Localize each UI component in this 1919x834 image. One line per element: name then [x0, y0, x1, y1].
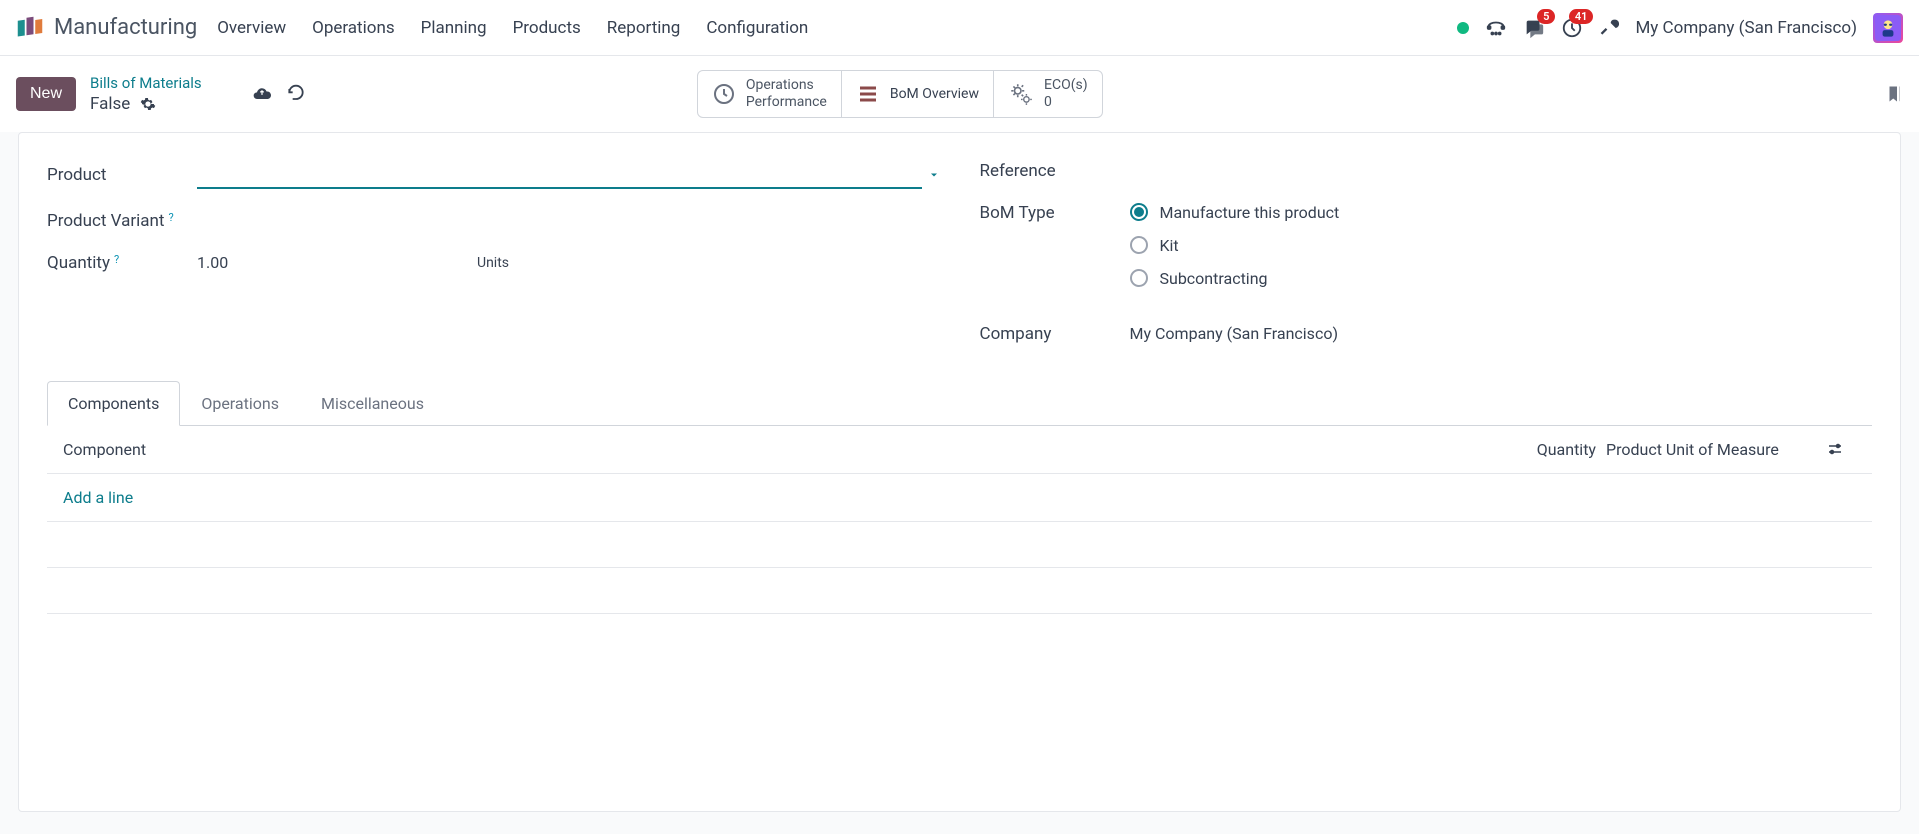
- stat-ops-line1: Operations: [746, 77, 827, 94]
- quantity-input[interactable]: 1.00: [197, 253, 477, 272]
- gears-icon: [1008, 81, 1034, 107]
- tab-miscellaneous[interactable]: Miscellaneous: [300, 381, 445, 426]
- company-selector[interactable]: My Company (San Francisco): [1635, 18, 1857, 38]
- breadcrumb-area: Bills of Materials False: [90, 74, 202, 114]
- bookmark-icon[interactable]: [1885, 83, 1903, 105]
- add-line-link[interactable]: Add a line: [63, 488, 133, 507]
- app-logo-icon: [16, 14, 44, 42]
- label-product-variant: Product Variant?: [47, 211, 197, 231]
- radio-subcontracting[interactable]: Subcontracting: [1130, 269, 1340, 288]
- voip-icon[interactable]: [1485, 17, 1507, 39]
- th-quantity: Quantity: [1506, 440, 1596, 459]
- activities-icon[interactable]: 41: [1561, 17, 1583, 39]
- help-icon[interactable]: ?: [168, 211, 173, 224]
- radio-checked-icon: [1130, 203, 1148, 221]
- save-discard: [252, 84, 306, 104]
- breadcrumb-link[interactable]: Bills of Materials: [90, 74, 202, 92]
- stat-buttons: Operations Performance BoM Overview ECO(…: [697, 70, 1103, 118]
- stat-operations-performance[interactable]: Operations Performance: [698, 71, 842, 117]
- cloud-save-icon[interactable]: [252, 84, 272, 104]
- stat-eco-line1: ECO(s): [1044, 77, 1088, 94]
- stat-ops-line2: Performance: [746, 94, 827, 111]
- nav-configuration[interactable]: Configuration: [706, 18, 808, 38]
- tools-icon[interactable]: [1599, 18, 1619, 38]
- form-right-column: Reference BoM Type Manufacture this prod…: [980, 161, 1873, 344]
- clock-icon: [712, 82, 736, 106]
- gear-icon[interactable]: [140, 96, 156, 112]
- new-button[interactable]: New: [16, 77, 76, 111]
- app-brand[interactable]: Manufacturing: [16, 14, 197, 42]
- record-name: False: [90, 94, 130, 114]
- nav-operations[interactable]: Operations: [312, 18, 395, 38]
- control-bar: New Bills of Materials False Operations …: [0, 56, 1919, 132]
- company-value[interactable]: My Company (San Francisco): [1130, 324, 1873, 343]
- topnav-right: 5 41 My Company (San Francisco): [1457, 13, 1903, 43]
- column-settings-icon[interactable]: [1826, 440, 1856, 458]
- nav-menu: Overview Operations Planning Products Re…: [217, 18, 808, 38]
- radio-unchecked-icon: [1130, 269, 1148, 287]
- stat-bom-overview[interactable]: BoM Overview: [842, 71, 994, 117]
- quantity-uom[interactable]: Units: [477, 255, 509, 271]
- status-dot-icon: [1457, 22, 1469, 34]
- label-reference: Reference: [980, 161, 1130, 181]
- label-quantity: Quantity?: [47, 253, 197, 273]
- radio-kit[interactable]: Kit: [1130, 236, 1340, 255]
- table-row: [47, 522, 1872, 568]
- th-component: Component: [63, 440, 1506, 459]
- form-left-column: Product Product Variant? Quantity? 1.00: [47, 161, 940, 344]
- components-table-header: Component Quantity Product Unit of Measu…: [47, 426, 1872, 474]
- product-input[interactable]: [197, 161, 922, 189]
- nav-planning[interactable]: Planning: [421, 18, 487, 38]
- table-row: [47, 568, 1872, 614]
- messages-icon[interactable]: 5: [1523, 17, 1545, 39]
- bom-type-radio-group: Manufacture this product Kit Subcontract…: [1130, 203, 1340, 288]
- stat-eco-line2: 0: [1044, 94, 1088, 111]
- table-row: Add a line: [47, 474, 1872, 522]
- radio-unchecked-icon: [1130, 236, 1148, 254]
- activities-badge: 41: [1569, 9, 1594, 24]
- stat-ecos[interactable]: ECO(s) 0: [994, 71, 1102, 117]
- label-product: Product: [47, 165, 197, 185]
- radio-manufacture[interactable]: Manufacture this product: [1130, 203, 1340, 222]
- tab-components[interactable]: Components: [47, 381, 180, 426]
- nav-reporting[interactable]: Reporting: [607, 18, 681, 38]
- messages-badge: 5: [1537, 9, 1555, 24]
- discard-icon[interactable]: [286, 84, 306, 104]
- list-icon: [856, 82, 880, 106]
- label-bom-type: BoM Type: [980, 203, 1130, 223]
- form-tabs: Components Operations Miscellaneous: [47, 380, 1872, 426]
- th-uom: Product Unit of Measure: [1606, 440, 1826, 459]
- user-avatar[interactable]: [1873, 13, 1903, 43]
- help-icon[interactable]: ?: [114, 253, 119, 266]
- label-company: Company: [980, 324, 1130, 344]
- stat-bom-label: BoM Overview: [890, 86, 979, 102]
- product-dropdown-caret-icon[interactable]: [928, 169, 940, 181]
- nav-overview[interactable]: Overview: [217, 18, 286, 38]
- tab-operations[interactable]: Operations: [180, 381, 300, 426]
- nav-products[interactable]: Products: [513, 18, 581, 38]
- top-nav: Manufacturing Overview Operations Planni…: [0, 0, 1919, 56]
- app-title: Manufacturing: [54, 15, 197, 40]
- form-sheet: Product Product Variant? Quantity? 1.00: [18, 132, 1901, 812]
